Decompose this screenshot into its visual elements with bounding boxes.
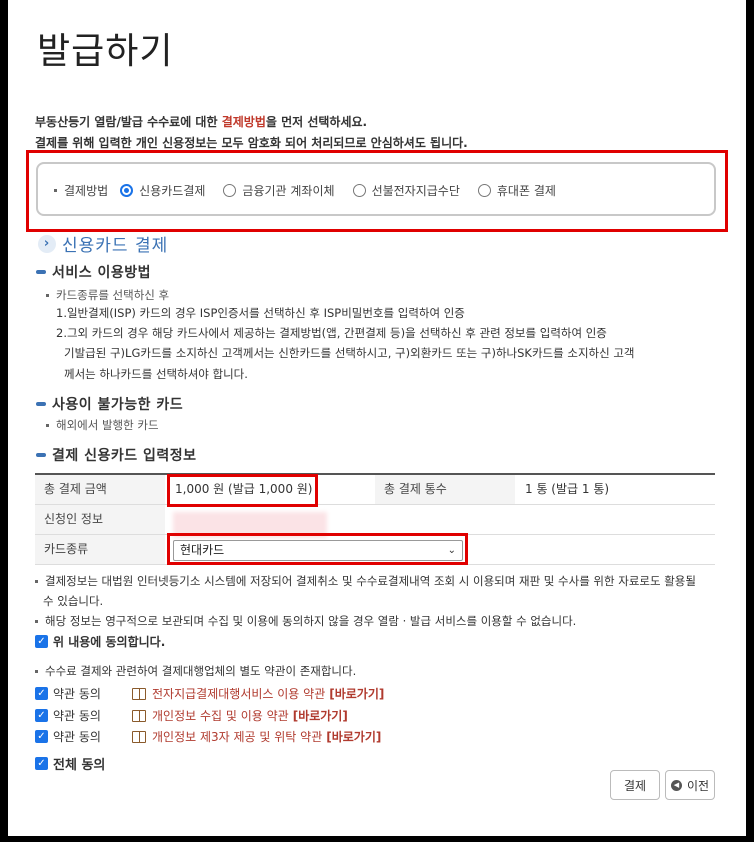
card-type-label: 카드종류 <box>35 535 165 564</box>
usage-heading: 서비스 이용방법 <box>36 262 151 282</box>
heading-bar-icon <box>36 270 46 274</box>
book-icon <box>132 709 146 722</box>
go-link[interactable]: [바로가기] <box>293 709 348 723</box>
pay-button-label: 결제 <box>623 778 647 793</box>
payment-method-label: 결제방법 <box>64 184 109 198</box>
intro-prefix: 부동산등기 열람/발급 수수료에 대한 <box>35 115 222 129</box>
notice-3-text: 수수료 결제와 관련하여 결제대행업체의 별도 약관이 존재합니다. <box>45 664 357 678</box>
checkbox-checked-icon: ✓ <box>35 757 48 770</box>
prev-button[interactable]: ◀ 이전 <box>665 770 715 800</box>
payment-method-row: 결제방법 신용카드결제 금융기관 계좌이체 선불전자지급수단 휴대폰 결제 <box>54 182 574 199</box>
bullet-icon <box>35 670 38 673</box>
terms-checkbox-1[interactable]: ✓ 약관 동의 <box>35 685 101 702</box>
checkbox-checked-icon: ✓ <box>35 635 48 648</box>
intro-line-1: 부동산등기 열람/발급 수수료에 대한 결제방법을 먼저 선택하세요. <box>35 113 367 130</box>
highlight-box-card-type <box>167 533 468 565</box>
radio-icon <box>223 184 237 197</box>
bullet-icon <box>54 189 57 192</box>
bullet-icon <box>35 620 38 623</box>
unusable-bullet: 해외에서 발행한 카드 <box>46 417 159 433</box>
input-info-heading-text: 결제 신용카드 입력정보 <box>52 448 197 464</box>
go-link[interactable]: [바로가기] <box>329 687 384 701</box>
intro-highlight: 결제방법 <box>221 115 266 129</box>
checkbox-checked-icon: ✓ <box>35 709 48 722</box>
page-frame: 발급하기 부동산등기 열람/발급 수수료에 대한 결제방법을 먼저 선택하세요.… <box>8 0 746 836</box>
terms-checkbox-3[interactable]: ✓ 약관 동의 <box>35 728 101 745</box>
back-arrow-icon: ◀ <box>670 779 682 791</box>
notice-1a-text: 결제정보는 대법원 인터넷등기소 시스템에 저장되어 결제취소 및 수수료결제내… <box>45 574 696 588</box>
prev-button-label: 이전 <box>686 778 710 793</box>
radio-selected-icon <box>120 184 134 197</box>
checkbox-checked-icon: ✓ <box>35 730 48 743</box>
terms-check-label: 약관 동의 <box>53 709 101 723</box>
radio-label: 금융기관 계좌이체 <box>242 184 335 198</box>
highlight-box-amount <box>167 474 318 507</box>
terms-check-label: 약관 동의 <box>53 730 101 744</box>
radio-label: 신용카드결제 <box>139 184 206 198</box>
heading-bar-icon <box>36 402 46 406</box>
bullet-icon <box>46 424 49 427</box>
unusable-bullet-text: 해외에서 발행한 카드 <box>56 418 159 432</box>
radio-prepaid[interactable]: 선불전자지급수단 <box>352 182 460 199</box>
applicant-label: 신청인 정보 <box>35 505 165 534</box>
all-agree-label: 전체 동의 <box>53 758 106 773</box>
radio-label: 선불전자지급수단 <box>371 184 460 198</box>
book-icon <box>132 730 146 743</box>
book-icon <box>132 687 146 700</box>
page-title: 발급하기 <box>37 31 174 72</box>
pay-button[interactable]: 결제 <box>610 770 660 800</box>
unusable-heading-text: 사용이 불가능한 카드 <box>52 397 184 413</box>
notice-3: 수수료 결제와 관련하여 결제대행업체의 별도 약관이 존재합니다. <box>35 663 356 679</box>
radio-icon <box>352 184 366 197</box>
total-amount-label: 총 결제 금액 <box>35 475 165 504</box>
unusable-heading: 사용이 불가능한 카드 <box>36 394 183 414</box>
intro-line-2: 결제를 위해 입력한 개인 신용정보는 모두 암호화 되어 처리되므로 안심하셔… <box>35 136 468 150</box>
terms-check-label: 약관 동의 <box>53 687 101 701</box>
usage-heading-text: 서비스 이용방법 <box>52 265 152 281</box>
notice-1b: 수 있습니다. <box>43 594 104 608</box>
usage-bullet-text: 카드종류를 선택하신 후 <box>56 288 170 302</box>
chevron-right-icon: › <box>38 234 56 253</box>
section-title: › 신용카드 결제 <box>38 231 168 256</box>
usage-line-2: 2.그외 카드의 경우 해당 카드사에서 제공하는 결제방법(앱, 간편결제 등… <box>56 326 607 340</box>
terms-text: 전자지급결제대행서비스 이용 약관 <box>152 687 326 701</box>
radio-bank-transfer[interactable]: 금융기관 계좌이체 <box>223 182 335 199</box>
terms-link-2[interactable]: 개인정보 수집 및 이용 약관 [바로가기] <box>132 707 348 724</box>
radio-mobile[interactable]: 휴대폰 결제 <box>477 182 556 199</box>
usage-line-3: 기발급된 구)LG카드를 소지하신 고객께서는 신한카드를 선택하시고, 구)외… <box>64 346 635 360</box>
bullet-icon <box>46 294 49 297</box>
agree-label: 위 내용에 동의합니다. <box>53 635 166 649</box>
input-info-heading: 결제 신용카드 입력정보 <box>36 445 197 465</box>
usage-bullet: 카드종류를 선택하신 후 <box>46 287 169 303</box>
usage-line-1: 1.일반결제(ISP) 카드의 경우 ISP인증서를 선택하신 후 ISP비밀번… <box>56 306 465 320</box>
section-title-text: 신용카드 결제 <box>62 236 169 256</box>
go-link[interactable]: [바로가기] <box>326 730 381 744</box>
intro-suffix: 을 먼저 선택하세요. <box>265 115 368 129</box>
agree-checkbox[interactable]: ✓ 위 내용에 동의합니다. <box>35 633 165 650</box>
notice-1a: 결제정보는 대법원 인터넷등기소 시스템에 저장되어 결제취소 및 수수료결제내… <box>35 573 696 589</box>
terms-link-1[interactable]: 전자지급결제대행서비스 이용 약관 [바로가기] <box>132 685 384 702</box>
usage-line-4: 께서는 하나카드를 선택하셔야 합니다. <box>64 367 248 381</box>
notice-2-text: 해당 정보는 영구적으로 보관되며 수집 및 이용에 동의하지 않을 경우 열람… <box>45 614 577 628</box>
notice-2: 해당 정보는 영구적으로 보관되며 수집 및 이용에 동의하지 않을 경우 열람… <box>35 613 576 629</box>
issue-page: 발급하기 부동산등기 열람/발급 수수료에 대한 결제방법을 먼저 선택하세요.… <box>8 0 746 836</box>
radio-credit-card[interactable]: 신용카드결제 <box>120 182 205 199</box>
total-count-label: 총 결제 통수 <box>375 475 515 504</box>
terms-text: 개인정보 수집 및 이용 약관 <box>152 709 289 723</box>
terms-checkbox-2[interactable]: ✓ 약관 동의 <box>35 707 101 724</box>
all-agree-checkbox[interactable]: ✓ 전체 동의 <box>35 754 105 773</box>
heading-bar-icon <box>36 453 46 457</box>
table-row: 신청인 정보 <box>35 505 715 535</box>
table-row: 총 결제 금액 1,000 원 (발급 1,000 원) 총 결제 통수 1 통… <box>35 475 715 505</box>
bullet-icon <box>35 580 38 583</box>
checkbox-checked-icon: ✓ <box>35 687 48 700</box>
terms-text: 개인정보 제3자 제공 및 위탁 약관 <box>152 730 323 744</box>
terms-link-3[interactable]: 개인정보 제3자 제공 및 위탁 약관 [바로가기] <box>132 728 381 745</box>
total-count-value: 1 통 (발급 1 통) <box>525 482 610 496</box>
radio-icon <box>477 184 491 197</box>
radio-label: 휴대폰 결제 <box>496 184 556 198</box>
